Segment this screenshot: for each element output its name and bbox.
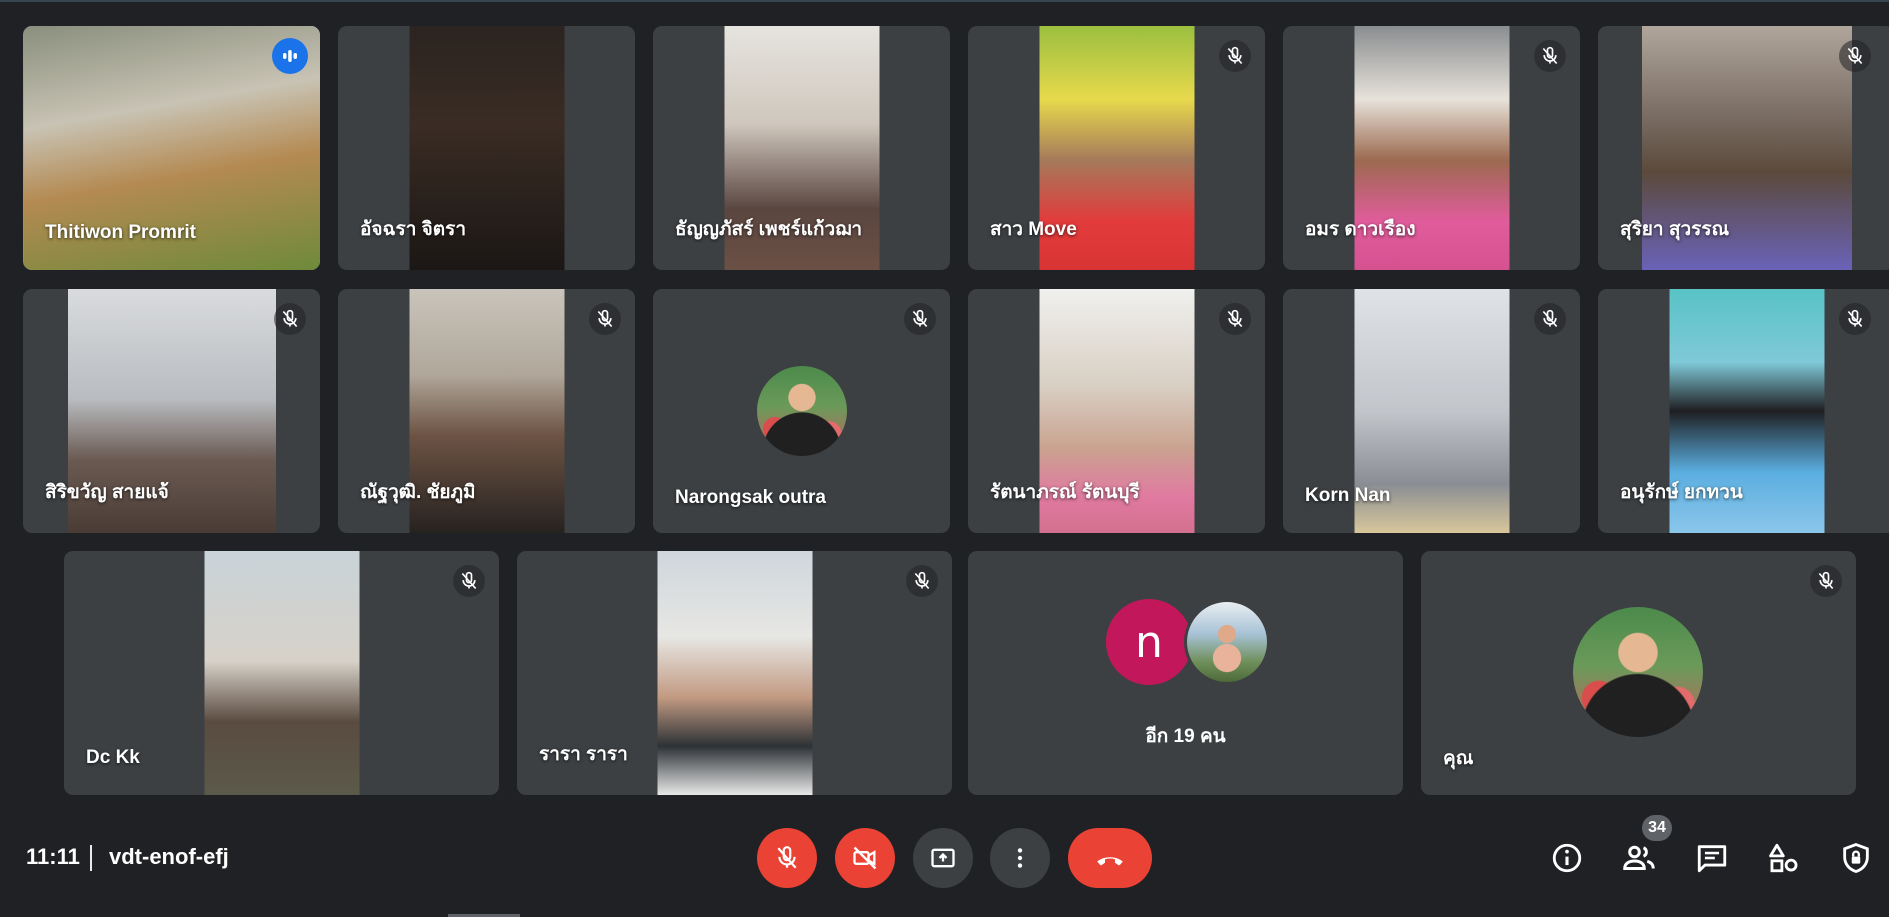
mic-off-icon <box>1810 565 1842 597</box>
self-avatar <box>1573 607 1703 737</box>
participant-video <box>204 551 359 795</box>
mic-off-icon <box>589 303 621 335</box>
participant-name: รัตนาภรณ์ รัตนบุรี <box>990 482 1140 503</box>
participant-video <box>657 551 812 795</box>
speaking-indicator-icon <box>272 38 308 74</box>
host-controls-button[interactable] <box>1836 838 1876 878</box>
present-screen-button[interactable] <box>913 828 973 888</box>
participant-tile[interactable]: สาว Move <box>968 26 1265 270</box>
mic-off-icon <box>904 303 936 335</box>
participant-avatar <box>1184 599 1270 685</box>
participants-button[interactable] <box>1619 838 1659 878</box>
participant-tile[interactable]: Korn Nan <box>1283 289 1580 533</box>
mic-toggle-button[interactable] <box>757 828 817 888</box>
people-icon <box>1623 845 1655 870</box>
participant-tile[interactable]: Dc Kk <box>64 551 499 795</box>
participant-tile[interactable]: อมร ดาวเรือง <box>1283 26 1580 270</box>
participant-tile[interactable]: Narongsak outra <box>653 289 950 533</box>
participant-name: Narongsak outra <box>675 487 826 508</box>
mic-off-icon <box>1219 303 1251 335</box>
participant-name: สาว Move <box>990 219 1077 240</box>
participant-name: Thitiwon Promrit <box>45 222 196 243</box>
chat-icon <box>1697 845 1727 873</box>
more-vert-icon <box>1017 848 1023 868</box>
present-screen-icon <box>931 848 955 868</box>
participant-name: รารา รารา <box>539 744 628 765</box>
mic-off-icon <box>274 303 306 335</box>
activities-button[interactable] <box>1764 838 1804 878</box>
mic-off-icon <box>1534 40 1566 72</box>
mic-off-icon <box>777 846 797 869</box>
participant-name: สุริยา สุวรรณ <box>1620 219 1730 240</box>
participant-tile[interactable]: Thitiwon Promrit <box>23 26 320 270</box>
meeting-details-button[interactable] <box>1547 838 1587 878</box>
participant-name: อัจฉรา จิตรา <box>360 219 466 240</box>
participant-tile[interactable]: ธัญญภัสร์ เพชร์แก้วฌา <box>653 26 950 270</box>
participant-name: ธัญญภัสร์ เพชร์แก้วฌา <box>675 219 863 240</box>
mic-off-icon <box>1839 303 1871 335</box>
self-tile[interactable]: คุณ <box>1421 551 1856 795</box>
participant-tile[interactable]: รัตนาภรณ์ รัตนบุรี <box>968 289 1265 533</box>
participant-name: สิริขวัญ สายแจ้ <box>45 482 169 503</box>
mic-off-icon <box>1219 40 1251 72</box>
bottom-control-bar: 11:11 vdt-enof-efj <box>0 800 1889 917</box>
participant-tile[interactable]: สุริยา สุวรรณ <box>1598 26 1889 270</box>
participant-tile[interactable]: ณัฐวุฒิ. ชัยภูมิ <box>338 289 635 533</box>
leave-call-button[interactable] <box>1068 828 1152 888</box>
info-icon <box>1552 843 1582 873</box>
participant-tile[interactable]: อนุรักษ์ ยกทวน <box>1598 289 1889 533</box>
mic-off-icon <box>1534 303 1566 335</box>
more-participants-label: อีก 19 คน <box>1145 726 1226 747</box>
participant-tile[interactable]: รารา รารา <box>517 551 952 795</box>
more-participants-tile[interactable]: n อีก 19 คน <box>968 551 1403 795</box>
participant-name: คุณ <box>1443 748 1474 769</box>
participant-name: อนุรักษ์ ยกทวน <box>1620 482 1743 503</box>
videocam-off-icon <box>853 846 877 870</box>
participant-count-badge: 34 <box>1642 815 1672 841</box>
participant-name: ณัฐวุฒิ. ชัยภูมิ <box>360 482 476 503</box>
shield-lock-icon <box>1843 843 1869 873</box>
meeting-time: 11:11 <box>26 844 80 869</box>
activities-icon <box>1769 843 1798 873</box>
chat-button[interactable] <box>1692 838 1732 878</box>
participant-name: อมร ดาวเรือง <box>1305 219 1416 240</box>
mic-off-icon <box>453 565 485 597</box>
call-end-icon <box>1097 857 1123 866</box>
divider <box>90 845 92 871</box>
mic-off-icon <box>1839 40 1871 72</box>
participant-tile[interactable]: อัจฉรา จิตรา <box>338 26 635 270</box>
participant-name: Dc Kk <box>86 747 140 768</box>
camera-toggle-button[interactable] <box>835 828 895 888</box>
meeting-code: vdt-enof-efj <box>109 844 229 869</box>
participant-tile[interactable]: สิริขวัญ สายแจ้ <box>23 289 320 533</box>
participant-avatar <box>757 366 847 456</box>
participant-grid: Thitiwon Promrit อัจฉรา จิตรา ธัญญภัสร์ … <box>0 0 1889 800</box>
participant-name: Korn Nan <box>1305 485 1391 506</box>
more-options-button[interactable] <box>990 828 1050 888</box>
mic-off-icon <box>906 565 938 597</box>
participant-avatar-letter: n <box>1106 599 1192 685</box>
